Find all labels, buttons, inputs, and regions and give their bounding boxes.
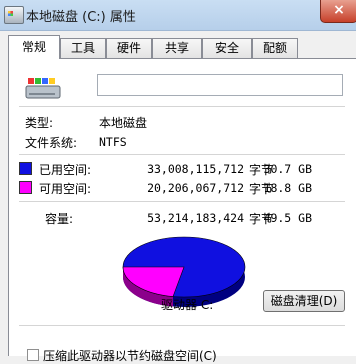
tab-quota[interactable]: 配额 [252,38,298,58]
capacity-label: 容量: [45,212,74,226]
tab-bar: 常规 工具 硬件 共享 安全 配额 [0,30,356,59]
drive-name-input[interactable] [97,74,343,96]
hard-drive-icon [25,78,61,99]
free-space-size: 18.8 GB [263,181,312,195]
filesystem-value: NTFS [99,135,127,149]
type-label: 类型: [25,116,54,130]
divider [19,201,345,202]
divider [19,154,345,155]
window-title: 本地磁盘 (C:) 属性 [26,10,136,25]
divider [19,325,345,326]
close-button[interactable]: × [320,0,356,23]
tab-general[interactable]: 常规 [8,35,60,59]
tab-sharing[interactable]: 共享 [152,38,202,58]
used-space-bytes: 33,008,115,712 [147,162,244,176]
title-bar: 本地磁盘 (C:) 属性 × [0,0,356,31]
tab-hardware[interactable]: 硬件 [106,38,152,58]
used-space-size: 30.7 GB [263,162,312,176]
tab-security[interactable]: 安全 [202,38,252,58]
capacity-size: 49.5 GB [263,211,312,225]
filesystem-label: 文件系统: [25,136,78,150]
free-space-swatch [19,181,32,194]
type-value: 本地磁盘 [99,116,148,130]
compress-checkbox[interactable] [27,349,39,361]
divider [19,106,345,107]
drive-icon [4,6,24,24]
free-space-bytes: 20,206,067,712 [147,181,244,195]
drive-letter-label: 驱动器 C: [161,298,214,312]
tab-tools[interactable]: 工具 [60,38,106,58]
used-space-label: 已用空间: [39,163,92,177]
general-panel: 类型: 本地磁盘 文件系统: NTFS 已用空间: 33,008,115,712… [8,58,356,363]
used-space-swatch [19,162,32,175]
capacity-bytes: 53,214,183,424 [147,211,244,225]
disk-cleanup-button[interactable]: 磁盘清理(D) [263,290,345,312]
free-space-label: 可用空间: [39,182,92,196]
